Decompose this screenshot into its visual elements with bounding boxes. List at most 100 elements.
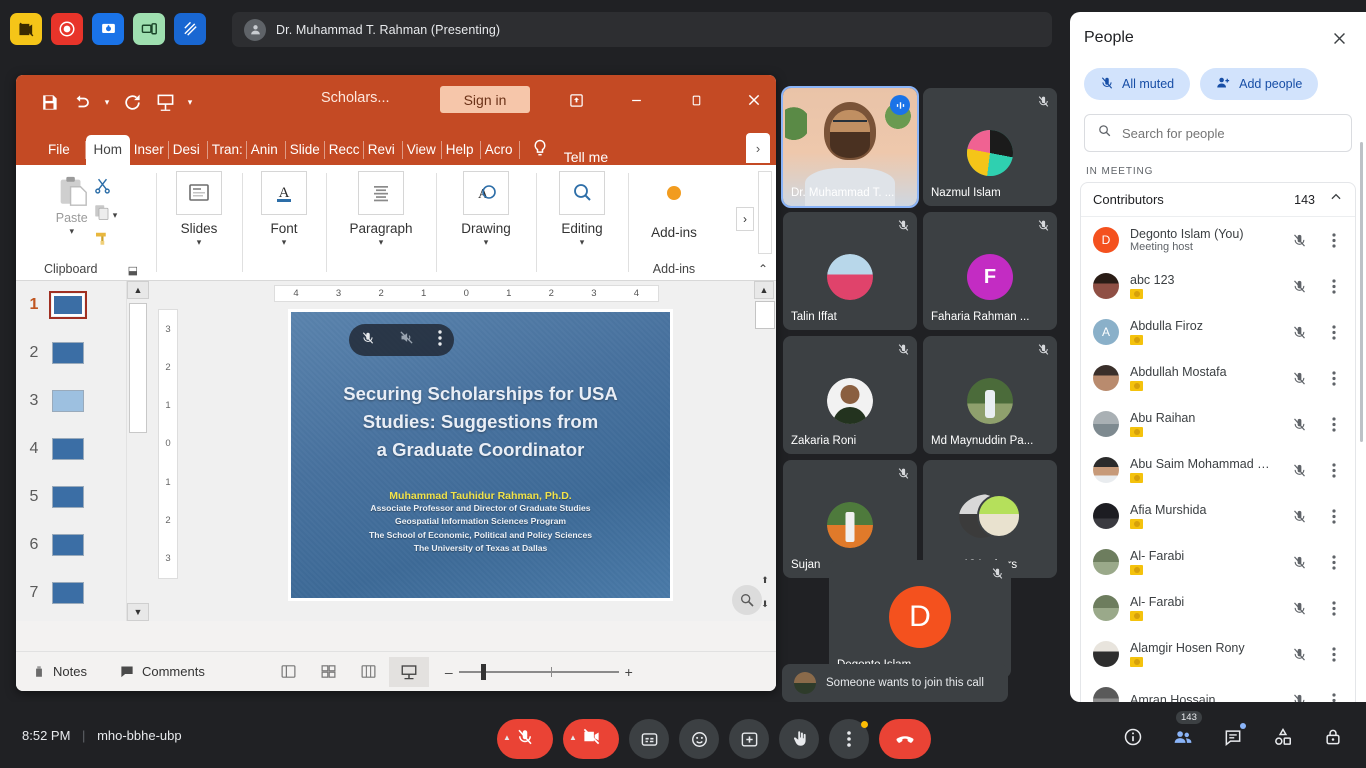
tell-me-label[interactable]: Tell me bbox=[564, 149, 608, 165]
list-item[interactable]: Amran Hossain bbox=[1081, 677, 1355, 702]
addins-icon[interactable] bbox=[651, 171, 697, 215]
mic-off-icon[interactable] bbox=[1286, 279, 1312, 294]
editing-dropdown-icon[interactable]: ▾ bbox=[580, 237, 585, 248]
paragraph-icon[interactable] bbox=[358, 171, 404, 215]
minimize-icon[interactable] bbox=[616, 87, 656, 113]
present-now-button[interactable] bbox=[729, 719, 769, 759]
paste-button[interactable]: Paste ▾ bbox=[55, 173, 89, 237]
chat-button[interactable] bbox=[1220, 723, 1246, 750]
more-vert-icon[interactable] bbox=[1323, 646, 1345, 662]
annotate-icon[interactable] bbox=[174, 13, 206, 45]
tab-help[interactable]: Help bbox=[442, 135, 481, 165]
scroll-up-icon[interactable]: ▲ bbox=[127, 281, 149, 299]
more-vert-icon[interactable] bbox=[1323, 370, 1345, 386]
tile-participant[interactable]: Nazmul Islam bbox=[923, 88, 1057, 206]
tab-design[interactable]: Desi bbox=[169, 135, 208, 165]
ribbon-group-font[interactable]: A Font ▾ bbox=[242, 165, 326, 280]
drawing-icon[interactable]: A bbox=[463, 171, 509, 215]
slide-preview[interactable] bbox=[52, 582, 84, 604]
more-vert-icon[interactable] bbox=[1323, 554, 1345, 570]
mic-off-icon[interactable] bbox=[1286, 601, 1312, 616]
tab-overflow-icon[interactable]: › bbox=[746, 133, 770, 163]
slide-preview[interactable] bbox=[52, 342, 84, 364]
activities-button[interactable] bbox=[1270, 724, 1296, 750]
record-icon[interactable] bbox=[51, 13, 83, 45]
more-vert-icon[interactable] bbox=[1323, 278, 1345, 294]
speaker-off-icon[interactable] bbox=[399, 330, 414, 350]
maximize-icon[interactable] bbox=[676, 87, 716, 113]
list-item[interactable]: Al- Farabi bbox=[1081, 539, 1355, 585]
slide-thumb-6[interactable]: 6 bbox=[16, 521, 126, 569]
notes-button[interactable]: Notes bbox=[16, 664, 103, 679]
tab-file[interactable]: File bbox=[46, 135, 86, 165]
tile-presenter[interactable]: Dr. Muhammad T. ... bbox=[781, 86, 919, 208]
zoom-knob[interactable] bbox=[480, 663, 486, 680]
emoji-reactions-button[interactable] bbox=[679, 719, 719, 759]
cut-icon[interactable] bbox=[93, 176, 118, 200]
show-everyone-button[interactable]: 143 bbox=[1170, 711, 1202, 750]
tile-participant[interactable]: Md Maynuddin Pa... bbox=[923, 336, 1057, 454]
scrollbar-thumb[interactable] bbox=[755, 301, 775, 329]
ribbon-overflow-icon[interactable]: › bbox=[736, 207, 754, 231]
captions-button[interactable] bbox=[629, 719, 669, 759]
camera-toggle-button[interactable]: ▲ bbox=[563, 719, 619, 759]
tab-view[interactable]: View bbox=[403, 135, 442, 165]
close-icon[interactable] bbox=[1326, 25, 1352, 51]
chevron-up-icon[interactable]: ▲ bbox=[503, 733, 511, 742]
tile-participant[interactable]: Talin Iffat bbox=[783, 212, 917, 330]
clipboard-launcher-icon[interactable]: ⬓ bbox=[128, 264, 138, 277]
slide-thumb-2[interactable]: 2 bbox=[16, 329, 126, 377]
mic-toggle-button[interactable]: ▲ bbox=[497, 719, 553, 759]
undo-dropdown-icon[interactable]: ▾ bbox=[100, 89, 114, 115]
scroll-up-icon[interactable]: ▲ bbox=[754, 281, 774, 299]
mic-off-icon[interactable] bbox=[1286, 509, 1312, 524]
slide-thumbnail-panel[interactable]: 1 2 3 4 5 6 7 bbox=[16, 281, 126, 621]
paste-dropdown-icon[interactable]: ▾ bbox=[69, 226, 74, 237]
ribbon-scrollbar[interactable] bbox=[758, 171, 772, 254]
leave-call-button[interactable] bbox=[879, 719, 931, 759]
scroll-down-icon[interactable]: ▼ bbox=[127, 603, 149, 621]
customize-qat-icon[interactable]: ▾ bbox=[183, 89, 197, 115]
more-vert-icon[interactable] bbox=[1323, 232, 1345, 248]
tab-insert[interactable]: Inser bbox=[130, 135, 169, 165]
reading-view-icon[interactable] bbox=[349, 657, 389, 687]
meeting-details-button[interactable] bbox=[1120, 724, 1146, 750]
zoom-track[interactable] bbox=[458, 663, 619, 680]
slide-preview[interactable] bbox=[52, 534, 84, 556]
ribbon-group-addins[interactable]: Add-ins Add-ins bbox=[628, 165, 720, 280]
present-icon[interactable] bbox=[150, 89, 180, 115]
phone-link-icon[interactable] bbox=[133, 13, 165, 45]
tab-transitions[interactable]: Tran: bbox=[208, 135, 247, 165]
list-item[interactable]: A Abdulla Firoz bbox=[1081, 309, 1355, 355]
more-vert-icon[interactable] bbox=[1323, 416, 1345, 432]
more-vert-icon[interactable] bbox=[438, 329, 442, 351]
list-item[interactable]: Abdullah Mostafa bbox=[1081, 355, 1355, 401]
tell-me-lightbulb-icon[interactable] bbox=[530, 136, 550, 165]
list-item[interactable]: Alamgir Hosen Rony bbox=[1081, 631, 1355, 677]
slide-preview[interactable] bbox=[49, 291, 87, 319]
shared-content-controls[interactable] bbox=[349, 324, 454, 356]
zoom-slider[interactable]: – + bbox=[445, 663, 633, 680]
ribbon-group-drawing[interactable]: A Drawing ▾ bbox=[436, 165, 536, 280]
mic-off-icon[interactable] bbox=[1286, 463, 1312, 478]
previous-slide-icon[interactable]: ⬆ bbox=[756, 573, 774, 587]
host-controls-button[interactable] bbox=[1320, 724, 1346, 750]
slide-thumb-3[interactable]: 3 bbox=[16, 377, 126, 425]
slides-icon[interactable] bbox=[176, 171, 222, 215]
join-request-toast[interactable]: Someone wants to join this call bbox=[782, 664, 1008, 702]
copy-dropdown-icon[interactable]: ▾ bbox=[113, 210, 118, 221]
slide-canvas[interactable]: Securing Scholarships for USA Studies: S… bbox=[288, 309, 673, 601]
drawing-dropdown-icon[interactable]: ▾ bbox=[484, 237, 489, 248]
people-list-scrollbar[interactable] bbox=[1360, 142, 1363, 442]
restore-down-icon[interactable] bbox=[556, 87, 596, 113]
slide-scrollbar[interactable]: ▲ ⬆ ⬇ bbox=[754, 281, 776, 621]
slide-preview[interactable] bbox=[52, 438, 84, 460]
mic-off-icon[interactable] bbox=[1286, 325, 1312, 340]
collapse-ribbon-icon[interactable]: ⌃ bbox=[758, 262, 768, 276]
tab-review[interactable]: Revi bbox=[364, 135, 403, 165]
redo-icon[interactable] bbox=[117, 89, 147, 115]
slides-dropdown-icon[interactable]: ▾ bbox=[197, 237, 202, 248]
mic-off-icon[interactable] bbox=[1286, 693, 1312, 702]
raise-hand-button[interactable] bbox=[779, 719, 819, 759]
tile-participant[interactable]: F Faharia Rahman ... bbox=[923, 212, 1057, 330]
